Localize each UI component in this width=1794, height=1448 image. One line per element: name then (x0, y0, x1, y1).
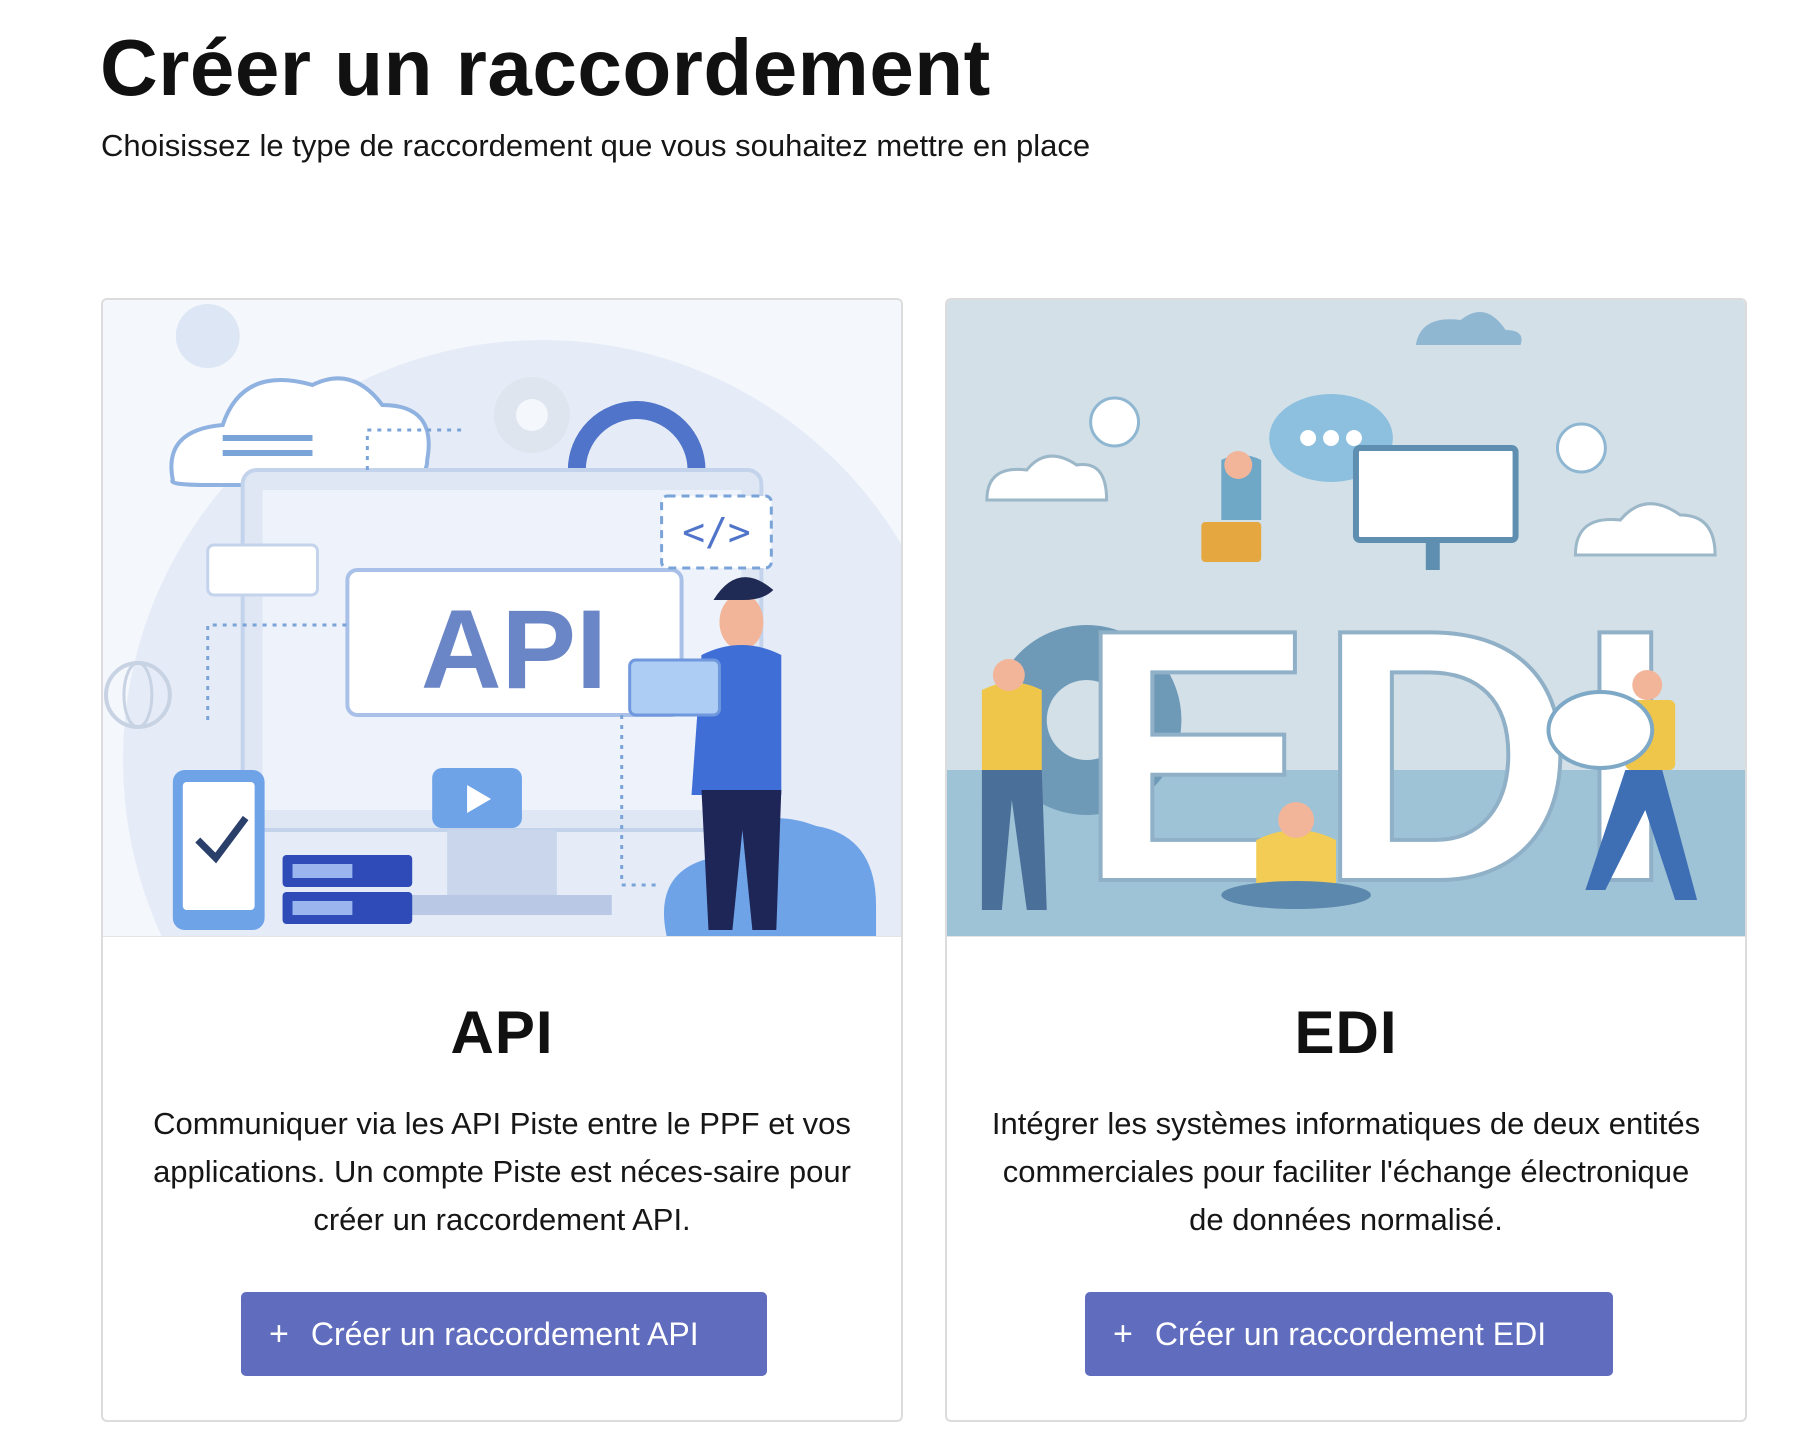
create-edi-connection-label: Créer un raccordement EDI (1154, 1315, 1547, 1352)
edi-card: EDI EDI Intégrer les systèmes informatiq… (945, 298, 1747, 1422)
create-edi-connection-button[interactable]: + Créer un raccordement EDI (1085, 1292, 1613, 1376)
edi-illustration: EDI (947, 300, 1745, 937)
create-api-connection-label: Créer un raccordement API (310, 1315, 699, 1352)
edi-illustration-image: EDI (947, 300, 1745, 936)
plus-icon: + (1113, 1315, 1133, 1353)
api-card: API </> API Communiquer via les API Pist… (101, 298, 903, 1422)
api-illustration-text: API (421, 587, 607, 712)
edi-card-title: EDI (1294, 999, 1398, 1066)
page-title: Créer un raccordement (100, 23, 991, 112)
api-illustration: API </> (103, 300, 901, 937)
plus-icon: + (269, 1315, 289, 1353)
api-card-description: Communiquer via les API Piste entre le P… (153, 1106, 851, 1237)
api-card-title: API (450, 999, 554, 1066)
page-subtitle: Choisissez le type de raccordement que v… (101, 128, 1091, 163)
svg-text:</>: </> (682, 510, 750, 554)
create-api-connection-button[interactable]: + Créer un raccordement API (241, 1292, 767, 1376)
edi-card-description: Intégrer les systèmes informatiques de d… (991, 1106, 1701, 1237)
api-illustration-image: API </> (103, 300, 901, 936)
